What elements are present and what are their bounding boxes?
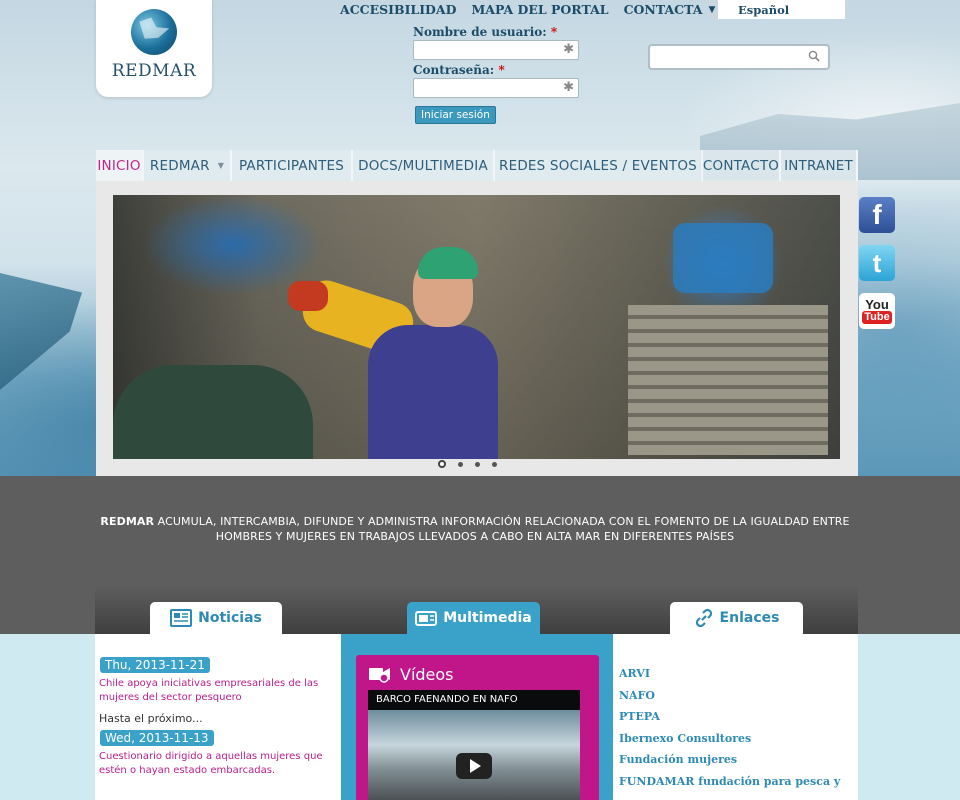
nav-redmar[interactable]: REDMAR ▼ [144, 150, 232, 181]
link-item-fundamar[interactable]: FUNDAMAR fundación para pesca y [619, 775, 858, 788]
required-icon: ✱ [563, 42, 574, 57]
password-label: Contraseña: * [413, 63, 505, 77]
twitter-icon[interactable]: t [859, 245, 895, 281]
tab-noticias[interactable]: Noticias [150, 602, 282, 634]
image-slider [96, 181, 858, 476]
multimedia-column: Vídeos BARCO FAENANDO EN NAFO [341, 634, 613, 800]
nav-redes-sociales-eventos[interactable]: REDES SOCIALES / EVENTOS [495, 150, 703, 181]
slide-blue-bag [673, 223, 773, 293]
news-excerpt: Hasta el próximo... [99, 712, 203, 725]
facebook-icon[interactable]: f [859, 197, 895, 233]
newspaper-icon [170, 609, 193, 627]
tab-noticias-label: Noticias [198, 610, 262, 626]
link-icon [695, 608, 712, 628]
news-column: Thu, 2013-11-21 Chile apoya iniciativas … [95, 634, 341, 800]
topnav-mapa-del-portal[interactable]: MAPA DEL PORTAL [471, 2, 608, 17]
username-input[interactable] [414, 41, 578, 59]
globe-icon [131, 9, 177, 55]
link-item-ibernexo[interactable]: Ibernexo Consultores [619, 732, 858, 745]
site-logo[interactable]: REDMAR [96, 0, 212, 97]
link-item-fundacion-mujeres[interactable]: Fundación mujeres [619, 753, 858, 766]
password-input[interactable] [414, 79, 578, 97]
video-camera-icon [369, 668, 390, 683]
top-navigation: ACCESIBILIDAD MAPA DEL PORTAL CONTACTA [340, 2, 702, 17]
topnav-contacta[interactable]: CONTACTA [624, 2, 703, 17]
slider-pager [438, 460, 497, 468]
videos-panel: Vídeos BARCO FAENANDO EN NAFO [356, 655, 599, 800]
slider-dot[interactable] [492, 461, 497, 467]
slide-figure-body [368, 325, 498, 459]
links-column: ARVI NAFO PTEPA Ibernexo Consultores Fun… [613, 634, 858, 800]
nav-inicio[interactable]: INICIO [96, 150, 144, 181]
slider-dot[interactable] [438, 460, 446, 468]
username-field[interactable]: ✱ [413, 40, 579, 60]
topnav-accesibilidad[interactable]: ACCESIBILIDAD [340, 2, 456, 17]
slide-crates [628, 305, 828, 455]
nav-contacto[interactable]: CONTACTO [703, 150, 781, 181]
social-links: f t You Tube [859, 197, 895, 329]
mission-band: REDMAR ACUMULA, INTERCAMBIA, DIFUNDE Y A… [0, 476, 960, 586]
mission-statement: REDMAR ACUMULA, INTERCAMBIA, DIFUNDE Y A… [100, 515, 850, 543]
slider-dot[interactable] [475, 461, 480, 467]
links-list: ARVI NAFO PTEPA Ibernexo Consultores Fun… [619, 667, 858, 788]
news-date: Wed, 2013-11-13 [100, 730, 214, 746]
nav-intranet[interactable]: INTRANET [781, 150, 858, 181]
slide-image[interactable] [113, 195, 840, 459]
search-input[interactable] [650, 46, 800, 68]
required-icon: ✱ [563, 80, 574, 95]
play-icon[interactable] [456, 753, 492, 779]
language-select[interactable]: ▼ Español [706, 0, 845, 19]
link-item-arvi[interactable]: ARVI [619, 667, 858, 680]
videos-heading-label: Vídeos [400, 664, 454, 684]
main-navigation: INICIO REDMAR ▼ PARTICIPANTES DOCS/MULTIM… [96, 150, 858, 181]
slide-glove [288, 281, 328, 311]
slider-dot[interactable] [458, 461, 463, 467]
nav-participantes[interactable]: PARTICIPANTES [232, 150, 353, 181]
tab-enlaces[interactable]: Enlaces [670, 602, 803, 634]
ship-left-image [0, 273, 82, 390]
media-icon [415, 611, 438, 626]
link-item-ptepa[interactable]: PTEPA [619, 710, 858, 723]
videos-heading: Vídeos [356, 655, 599, 693]
login-button[interactable]: Iniciar sesión [415, 106, 496, 124]
username-label: Nombre de usuario: * [413, 25, 558, 39]
section-tabs: Noticias Multimedia Enlaces [0, 586, 960, 634]
link-item-nafo[interactable]: NAFO [619, 689, 858, 702]
tab-enlaces-label: Enlaces [719, 610, 780, 626]
news-title-link[interactable]: Chile apoya iniciativas empresariales de… [99, 677, 337, 705]
news-date: Thu, 2013-11-21 [100, 657, 210, 673]
logo-text: REDMAR [111, 61, 197, 81]
slide-figure-cap [418, 247, 478, 279]
news-title-link[interactable]: Cuestionario dirigido a aquellas mujeres… [99, 750, 337, 778]
search-icon[interactable] [808, 50, 820, 62]
tab-multimedia-label: Multimedia [443, 610, 532, 626]
password-field[interactable]: ✱ [413, 78, 579, 98]
nav-docs-multimedia[interactable]: DOCS/MULTIMEDIA [353, 150, 495, 181]
login-form: Nombre de usuario: * ✱ Contraseña: * ✱ I… [413, 25, 579, 124]
video-title[interactable]: BARCO FAENANDO EN NAFO [368, 690, 580, 710]
chevron-down-icon: ▼ [217, 161, 225, 170]
youtube-icon[interactable]: You Tube [859, 293, 895, 329]
slide-figure-man [113, 365, 313, 459]
video-player[interactable]: BARCO FAENANDO EN NAFO [368, 690, 580, 800]
language-selected: Español [738, 2, 790, 17]
tab-multimedia[interactable]: Multimedia [407, 602, 540, 634]
chevron-down-icon[interactable]: ▼ [706, 0, 718, 19]
search-box [648, 44, 830, 70]
